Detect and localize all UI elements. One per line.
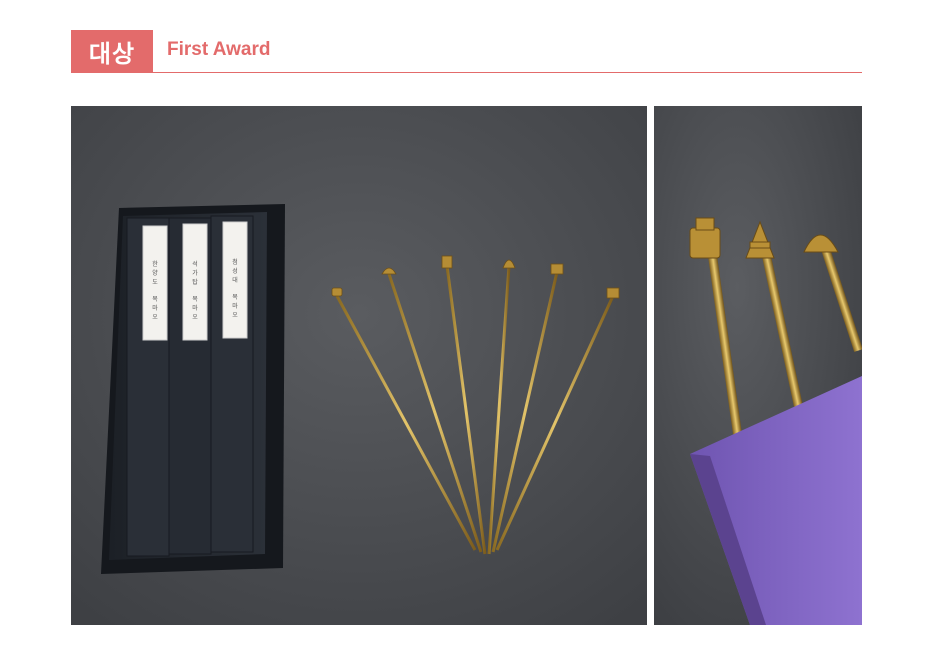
main-product-photo: 한양도목마오 석가탑목마오 첨성대목마오	[71, 106, 647, 625]
detail-photo-illustration	[654, 106, 862, 625]
gift-box: 한양도목마오 석가탑목마오 첨성대목마오	[101, 204, 285, 574]
header-divider	[71, 72, 862, 73]
detail-product-photo	[654, 106, 862, 625]
main-photo-illustration: 한양도목마오 석가탑목마오 첨성대목마오	[71, 106, 647, 625]
section-header: 대상 First Award	[71, 30, 862, 74]
award-badge: 대상	[71, 30, 153, 72]
award-title: First Award	[167, 39, 271, 60]
